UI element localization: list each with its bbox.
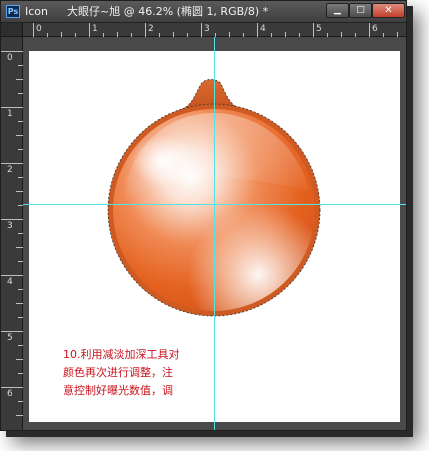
vertical-ruler[interactable]: 0 1 2 3 4 5 6 [1, 37, 23, 430]
app-name: Icon [25, 5, 48, 18]
document-window: Ps Icon 大眼仔~旭 @ 46.2% (椭圆 1, RGB/8) * ▁ … [0, 0, 407, 431]
vruler-label-6: 6 [7, 389, 13, 399]
hruler-label-2: 2 [148, 24, 154, 34]
minimize-icon: ▁ [334, 5, 341, 15]
vruler-label-0: 0 [7, 53, 13, 63]
hruler-label-3: 3 [204, 24, 210, 34]
close-icon: ✕ [384, 5, 393, 16]
caption-line-3: 意控制好曝光数值，调 [63, 384, 173, 397]
horizontal-ruler-ticks [33, 23, 398, 37]
hruler-label-0: 0 [36, 24, 42, 34]
maximize-icon: □ [356, 5, 365, 15]
vruler-label-5: 5 [7, 333, 13, 343]
minimize-button[interactable]: ▁ [326, 3, 349, 18]
vruler-label-4: 4 [7, 277, 13, 287]
vruler-label-3: 3 [7, 221, 13, 231]
vertical-ruler-ticks [1, 51, 23, 416]
hruler-label-4: 4 [260, 24, 266, 34]
maximize-button[interactable]: □ [349, 3, 372, 18]
vertical-guide-line[interactable] [214, 37, 215, 430]
hruler-label-6: 6 [372, 24, 378, 34]
tutorial-caption: 10.利用减淡加深工具对 颜色再次进行调整，注 意控制好曝光数值，调 [63, 346, 223, 400]
horizontal-guide-line[interactable] [23, 204, 406, 205]
caption-line-2: 颜色再次进行调整，注 [63, 366, 173, 379]
vruler-label-1: 1 [7, 109, 13, 119]
hruler-label-5: 5 [316, 24, 322, 34]
vruler-label-2: 2 [7, 165, 13, 175]
horizontal-ruler[interactable]: 0 1 2 3 4 5 6 [23, 23, 406, 37]
caption-line-1: 10.利用减淡加深工具对 [63, 348, 180, 361]
photoshop-app-icon: Ps [6, 5, 20, 18]
title-bar[interactable]: Ps Icon 大眼仔~旭 @ 46.2% (椭圆 1, RGB/8) * ▁ … [1, 1, 406, 23]
document-title: 大眼仔~旭 @ 46.2% (椭圆 1, RGB/8) * [67, 5, 269, 18]
close-button[interactable]: ✕ [372, 3, 405, 18]
hruler-label-1: 1 [92, 24, 98, 34]
ruler-origin[interactable] [1, 23, 23, 37]
